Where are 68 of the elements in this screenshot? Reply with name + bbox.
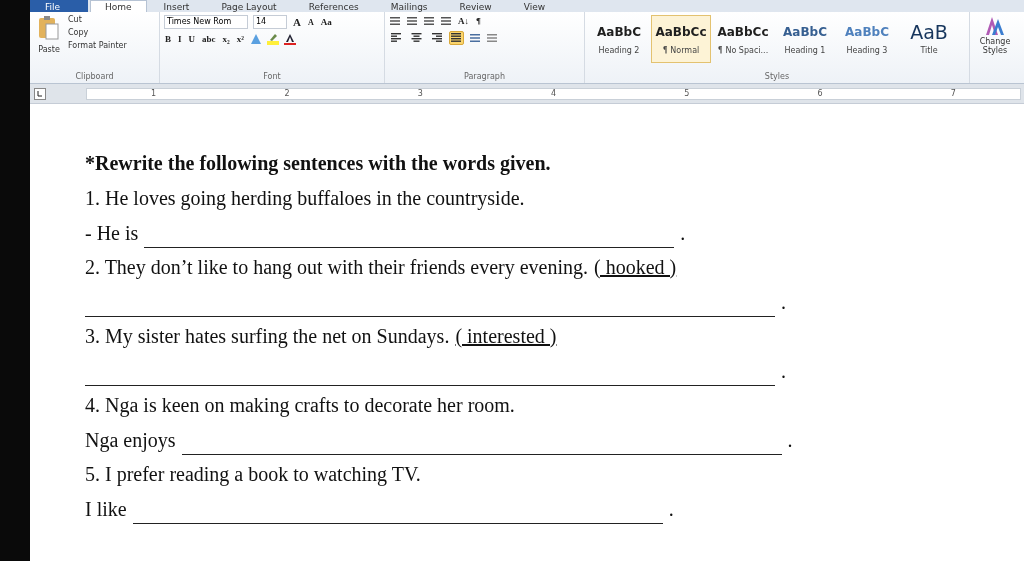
align-button[interactable] <box>429 31 444 45</box>
style-tile[interactable]: AaBbCc ¶ Normal <box>651 15 711 63</box>
style-tile[interactable]: AaBbC Heading 2 <box>589 15 649 63</box>
font-color-icon[interactable] <box>283 33 296 45</box>
answer-prefix: Nga enjoys <box>85 427 176 454</box>
ruler-number: 7 <box>950 89 956 98</box>
tab-selector-icon[interactable] <box>34 87 46 100</box>
ruler-number: 4 <box>550 89 557 98</box>
format-button[interactable]: U <box>187 34 197 44</box>
style-tile[interactable]: AaB Title <box>899 15 959 63</box>
ruler-number: 3 <box>417 89 423 98</box>
ribbon-tab[interactable]: Page Layout <box>206 0 292 12</box>
align-button[interactable] <box>389 31 404 45</box>
format-button[interactable]: B <box>164 34 172 44</box>
format-button[interactable]: I <box>177 34 183 44</box>
group-label: Styles <box>763 71 791 83</box>
change-styles-button[interactable]: Change Styles <box>975 37 1015 55</box>
ribbon-tab[interactable]: Review <box>444 0 507 12</box>
instruction-heading: *Rewrite the following sentences with the words given. <box>85 151 551 177</box>
line-end-period: . <box>668 496 674 522</box>
ruler-number: 6 <box>817 89 823 98</box>
ribbon-tab[interactable]: View <box>508 0 561 12</box>
paste-button[interactable]: Paste <box>38 45 60 54</box>
sort-button[interactable]: A↓ <box>457 16 470 26</box>
shrink-font-button[interactable]: A <box>306 17 315 27</box>
exercise-sentence: 5. I prefer reading a book to watching TV. <box>85 461 421 488</box>
format-button[interactable]: x₂ <box>221 34 231 44</box>
group-label: Font <box>262 71 282 83</box>
change-styles-icon[interactable] <box>984 15 1006 37</box>
align-button[interactable] <box>449 31 464 45</box>
exercise-sentence: 2. They don’t like to hang out with their friends every evening. <box>85 254 589 281</box>
format-button[interactable]: abc <box>201 34 217 44</box>
ruler-number: 1 <box>151 89 157 98</box>
line-end-period: . <box>781 289 786 315</box>
grow-font-button[interactable]: A <box>292 16 302 28</box>
style-tile[interactable]: AaBbCc ¶ No Spaci... <box>713 15 773 63</box>
exercise-sentence: 3. My sister hates surfing the net on Sundays. <box>85 323 450 350</box>
exercise-sentence: 1. He loves going herding buffaloes in the countryside. <box>85 185 525 212</box>
style-tile[interactable]: AaBbC Heading 1 <box>775 15 835 63</box>
style-tile[interactable]: AaBbC Heading 3 <box>837 15 897 63</box>
align-button[interactable] <box>409 31 424 45</box>
ribbon-tab[interactable]: Mailings <box>375 0 443 12</box>
clipboard-command[interactable]: Cut <box>68 15 127 24</box>
given-word: ( hooked ) <box>594 254 677 281</box>
font-name-field[interactable]: Times New Rom <box>164 15 248 29</box>
answer-prefix: - He is <box>85 220 139 246</box>
font-size-field[interactable]: 14 <box>253 15 287 29</box>
ribbon-tab[interactable]: Home <box>90 0 147 12</box>
clipboard-command[interactable]: Format Painter <box>68 41 127 50</box>
show-marks-button[interactable]: ¶ <box>475 16 482 26</box>
group-label: Paragraph <box>463 71 506 83</box>
ribbon-tab[interactable]: References <box>293 0 374 12</box>
answer-prefix: I like <box>85 496 127 522</box>
exercise-sentence: 4. Nga is keen on making crafts to decorate her room. <box>85 392 515 419</box>
ruler-number: 5 <box>684 89 690 98</box>
format-button[interactable]: x² <box>235 34 245 44</box>
clipboard-icon[interactable] <box>38 15 60 41</box>
ruler-number: 2 <box>284 89 290 98</box>
group-label: Clipboard <box>74 71 115 83</box>
clipboard-command[interactable]: Copy <box>68 28 127 37</box>
highlighter-icon[interactable] <box>266 33 279 45</box>
ribbon-tab[interactable]: Insert <box>148 0 205 12</box>
line-end-period: . <box>781 358 786 384</box>
given-word: ( interested ) <box>455 323 557 350</box>
line-end-period: . <box>680 220 686 246</box>
change-case-button[interactable]: Aa <box>319 17 333 27</box>
ribbon-tab[interactable]: File <box>30 0 88 12</box>
line-end-period: . <box>787 427 793 453</box>
